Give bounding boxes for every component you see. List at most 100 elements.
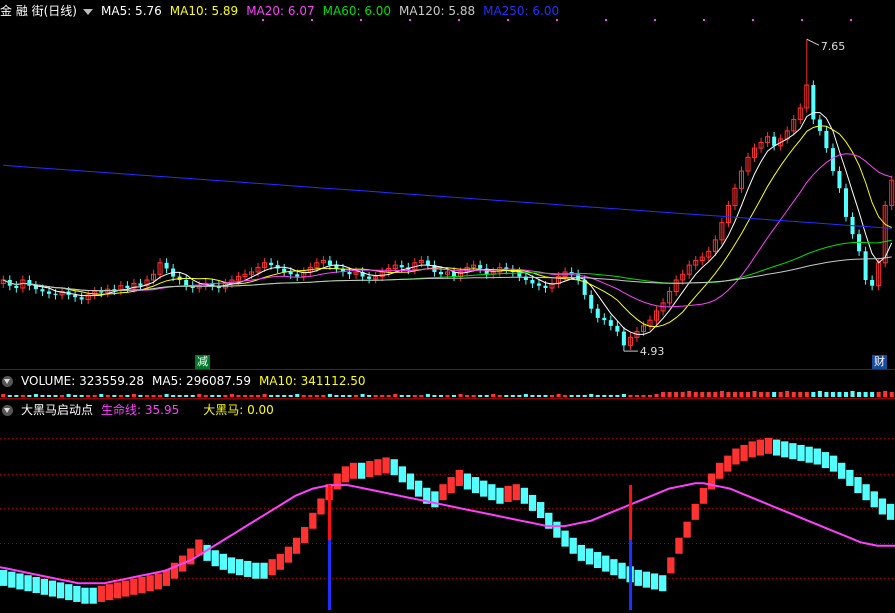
volume-bar <box>569 395 574 397</box>
dropdown-arrow-icon[interactable] <box>83 8 93 15</box>
indicator-bar-up <box>130 578 138 595</box>
volume-bar <box>53 395 58 397</box>
volume-bar <box>857 392 862 397</box>
volume-bar <box>824 392 829 397</box>
candle-down <box>79 297 84 300</box>
volume-bar <box>360 394 365 397</box>
volume-bar <box>301 395 306 397</box>
indicator-bar-up <box>284 546 293 563</box>
collapse-volume-icon[interactable] <box>2 376 13 387</box>
indicator-bar-down <box>219 553 228 570</box>
volume-bar <box>27 395 32 397</box>
candle-down <box>27 280 32 286</box>
indicator-bar-up <box>162 569 171 586</box>
candle-down <box>824 130 829 149</box>
volume-bar <box>282 395 287 397</box>
indicator-bar-down <box>569 537 577 554</box>
indicator-bar-down <box>16 573 24 590</box>
stock-title: 金 融 街(日线) <box>0 4 77 18</box>
indicator-bar-down <box>406 473 415 490</box>
indicator-bar-up <box>374 459 382 476</box>
ma60-line <box>3 239 892 292</box>
candle-down <box>282 268 287 272</box>
indicator-bar-down <box>618 562 626 579</box>
volume-bar <box>615 395 620 397</box>
indicator-bar-down <box>414 480 423 497</box>
volume-bar <box>837 392 842 397</box>
volume-bar <box>295 394 300 397</box>
volume-bar <box>190 395 195 397</box>
indicator-header: 大黑马启动点 生命线: 35.95 大黑马: 0.00 <box>0 401 282 419</box>
volume-bar <box>785 391 790 397</box>
candle-down <box>164 262 169 269</box>
indicator-bar-down <box>797 444 805 461</box>
candle-down <box>334 265 339 269</box>
indicator-bar-up <box>504 485 512 502</box>
volume-bar <box>164 394 169 397</box>
tag-jian[interactable]: 减 <box>195 355 210 369</box>
indicator-bar-down <box>358 462 366 479</box>
indicator-bar-down <box>496 487 504 504</box>
volume-bar <box>745 392 751 397</box>
indicator-bar-down <box>528 494 537 511</box>
candle-down <box>40 289 45 292</box>
volume-bar <box>256 395 261 397</box>
indicator-bar-down <box>260 562 268 579</box>
volume-bar <box>171 395 176 397</box>
indicator-bar-up <box>268 559 276 576</box>
candle-down <box>589 294 594 309</box>
candle-down <box>367 276 372 279</box>
candle-down <box>288 271 293 275</box>
volume-ma5-value: MA5: 296087.59 <box>152 374 251 388</box>
indicator-bar-down <box>40 578 49 595</box>
volume-bar <box>843 392 849 397</box>
candle-down <box>46 291 52 294</box>
volume-bar <box>582 395 587 397</box>
indicator-bar-down <box>610 559 618 576</box>
volume-bar <box>883 391 888 397</box>
indicator-bar-up <box>455 469 463 486</box>
indicator-bar-down <box>870 491 878 508</box>
volume-bar <box>340 395 345 397</box>
indicator-bar-down <box>56 582 65 599</box>
volume-bar <box>674 392 679 397</box>
indicator-bar-up <box>512 484 520 501</box>
indicator-bar-down <box>553 521 561 538</box>
volume-bar <box>850 391 855 397</box>
indicator-bar-down <box>463 473 472 490</box>
volume-bar <box>112 395 117 397</box>
indicator-bar-down <box>480 480 488 497</box>
volume-bar <box>144 395 150 397</box>
indicator-bar-down <box>252 562 260 579</box>
indicator-bar-up <box>309 512 317 529</box>
candle-down <box>602 317 607 321</box>
volume-bar <box>634 395 639 397</box>
volume-bar <box>752 391 757 397</box>
candle-down <box>536 283 541 286</box>
volume-bar <box>158 395 163 397</box>
indicator-bar-up <box>683 521 691 538</box>
candle-down <box>73 294 78 298</box>
volume-bar <box>210 395 215 397</box>
candle-down <box>870 280 875 286</box>
indicator-bar-up <box>756 439 765 456</box>
indicator-bar-down <box>862 484 870 501</box>
volume-bar <box>713 392 718 397</box>
volume-bar <box>229 394 234 397</box>
volume-bar <box>406 395 411 397</box>
candle-down <box>837 171 842 189</box>
volume-bar <box>334 395 339 397</box>
volume-bar <box>876 392 881 397</box>
volume-bar <box>425 394 430 397</box>
tag-cai[interactable]: 财 <box>872 355 887 369</box>
volume-bar <box>595 395 600 397</box>
indicator-bar-up <box>292 537 301 554</box>
volume-bar <box>889 392 894 397</box>
volume-bar <box>778 392 783 397</box>
volume-bar <box>412 395 417 397</box>
volume-bar <box>667 392 672 397</box>
collapse-indicator-icon[interactable] <box>2 405 13 416</box>
indicator-bar-down <box>48 580 57 597</box>
indicator-bar-down <box>821 452 830 469</box>
volume-bar <box>504 395 509 397</box>
